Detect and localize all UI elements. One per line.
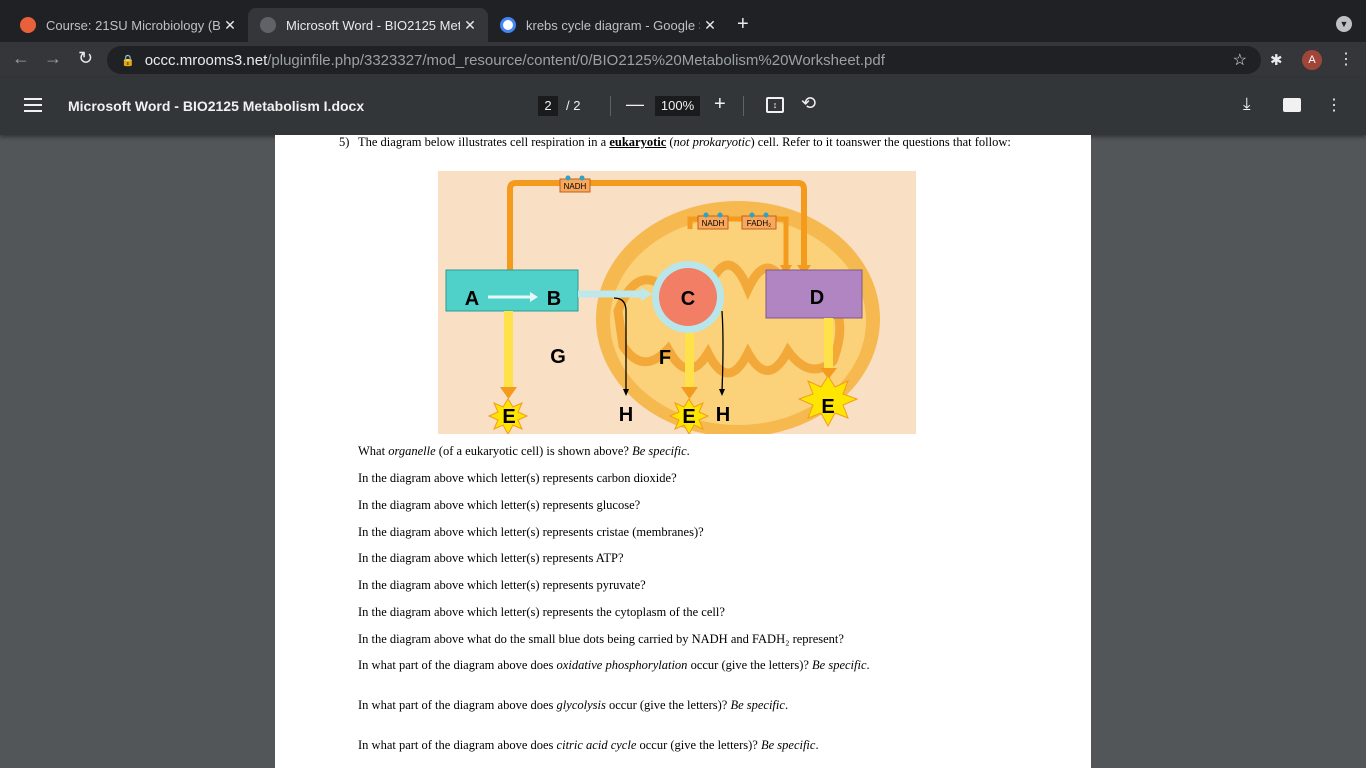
electron-dot (579, 175, 585, 181)
question-number: 5) (339, 135, 350, 149)
question-cristae: In the diagram above which letter(s) rep… (358, 525, 704, 539)
zoom-level-input[interactable]: 100% (655, 96, 700, 116)
cell-respiration-diagram: NADH NADH FADH₂ A B C D E E E G F H H (438, 171, 916, 434)
close-icon[interactable]: ✕ (460, 17, 480, 34)
back-arrow-icon[interactable]: ← (12, 48, 30, 69)
new-tab-plus-icon[interactable]: + (737, 13, 749, 36)
question-oxidative-phosphorylation: In what part of the diagram above does o… (358, 658, 870, 672)
label-e-1: E (502, 406, 515, 428)
url-path: /pluginfile.php/3323327/mod_resource/con… (267, 51, 885, 69)
question-citric-acid-cycle: In what part of the diagram above does c… (358, 738, 819, 752)
question-cytoplasm: In the diagram above which letter(s) rep… (358, 605, 725, 619)
close-icon[interactable]: ✕ (700, 17, 720, 34)
tab-search-chevron-icon[interactable]: ▼ (1336, 16, 1352, 32)
fadh-label: FADH₂ (747, 219, 771, 228)
question-pyruvate: In the diagram above which letter(s) rep… (358, 578, 646, 592)
browser-tab-strip: Course: 21SU Microbiology (BI ✕ Microsof… (0, 0, 1366, 46)
moodle-favicon-icon (20, 17, 36, 33)
atp-arrow-krebs (685, 333, 694, 389)
label-d: D (810, 287, 824, 309)
tab-course[interactable]: Course: 21SU Microbiology (BI ✕ (8, 8, 248, 42)
pdf-more-kebab-icon[interactable]: ⋮ (1326, 95, 1342, 115)
toolbar-divider (610, 96, 611, 116)
bookmark-star-icon[interactable]: ☆ (1233, 50, 1247, 70)
atp-arrow-glycolysis (504, 311, 513, 389)
browser-toolbar: ← → ↻ 🔒 occc.mrooms3.net/pluginfile.php/… (0, 42, 1366, 78)
emphasis-eukaryotic: eukaryotic (609, 135, 667, 149)
label-a: A (465, 288, 479, 310)
label-g: G (550, 346, 566, 368)
pdf-document-title: Microsoft Word - BIO2125 Metabolism I.do… (68, 98, 365, 114)
zoom-out-minus-icon[interactable]: — (626, 94, 644, 115)
tab-title: krebs cycle diagram - Google S (526, 17, 700, 33)
nadh-mid-label: NADH (702, 219, 725, 228)
tab-title: Course: 21SU Microbiology (BI (46, 17, 220, 33)
label-b: B (547, 288, 561, 310)
pdf-page: 5) The diagram below illustrates cell re… (275, 135, 1091, 768)
atp-arrow-etc (824, 318, 833, 370)
toolbar-divider (743, 96, 744, 116)
print-icon[interactable] (1283, 98, 1301, 112)
google-icon (500, 17, 516, 33)
pdf-toolbar: Microsoft Word - BIO2125 Metabolism I.do… (0, 78, 1366, 135)
electron-dot (717, 212, 723, 218)
zoom-in-plus-icon[interactable]: + (714, 93, 726, 116)
address-bar[interactable]: 🔒 occc.mrooms3.net/pluginfile.php/332332… (107, 46, 1261, 74)
forward-arrow-icon[interactable]: → (44, 48, 62, 69)
extensions-puzzle-icon[interactable]: ✱ (1270, 51, 1283, 69)
hamburger-menu-icon[interactable] (24, 98, 42, 116)
question-atp: In the diagram above which letter(s) rep… (358, 551, 624, 565)
browser-menu-kebab-icon[interactable]: ⋮ (1338, 49, 1354, 69)
question-text: The diagram below illustrates cell respi… (358, 135, 1011, 149)
label-c: C (681, 288, 695, 310)
url-host: occc.mrooms3.net (144, 51, 268, 69)
tab-word-pdf[interactable]: Microsoft Word - BIO2125 Met ✕ (248, 8, 488, 42)
profile-avatar[interactable]: A (1302, 50, 1322, 70)
label-e-2: E (682, 406, 695, 428)
electron-dot (763, 212, 769, 218)
label-h-1: H (619, 404, 633, 426)
question-glycolysis: In what part of the diagram above does g… (358, 698, 789, 712)
nadh-top-label: NADH (564, 182, 587, 191)
electron-dot (565, 175, 571, 181)
fit-to-page-icon[interactable]: ↕ (766, 97, 784, 113)
lock-icon: 🔒 (121, 54, 135, 67)
page-total: / 2 (566, 98, 581, 113)
download-icon[interactable]: ⤓ (1243, 94, 1251, 114)
label-h-2: H (716, 404, 730, 426)
question-glucose: In the diagram above which letter(s) rep… (358, 498, 641, 512)
electron-dot (749, 212, 755, 218)
label-f: F (659, 347, 671, 369)
question-organelle: What organelle (of a eukaryotic cell) is… (358, 444, 690, 458)
electron-dot (703, 212, 709, 218)
tab-title: Microsoft Word - BIO2125 Met (286, 17, 460, 33)
reload-icon[interactable]: ↻ (78, 48, 93, 69)
tab-google-search[interactable]: krebs cycle diagram - Google S ✕ (488, 8, 728, 42)
label-e-3: E (821, 396, 834, 418)
question-carbon-dioxide: In the diagram above which letter(s) rep… (358, 471, 677, 485)
globe-icon (260, 17, 276, 33)
emphasis-not-prokaryotic: not prokaryotic (673, 135, 751, 149)
question-blue-dots: In the diagram above what do the small b… (358, 632, 844, 646)
page-number-input[interactable]: 2 (538, 96, 558, 116)
rotate-icon[interactable]: ⟲ (801, 93, 816, 114)
close-icon[interactable]: ✕ (220, 17, 240, 34)
question-5-intro: 5) The diagram below illustrates cell re… (339, 136, 1019, 149)
